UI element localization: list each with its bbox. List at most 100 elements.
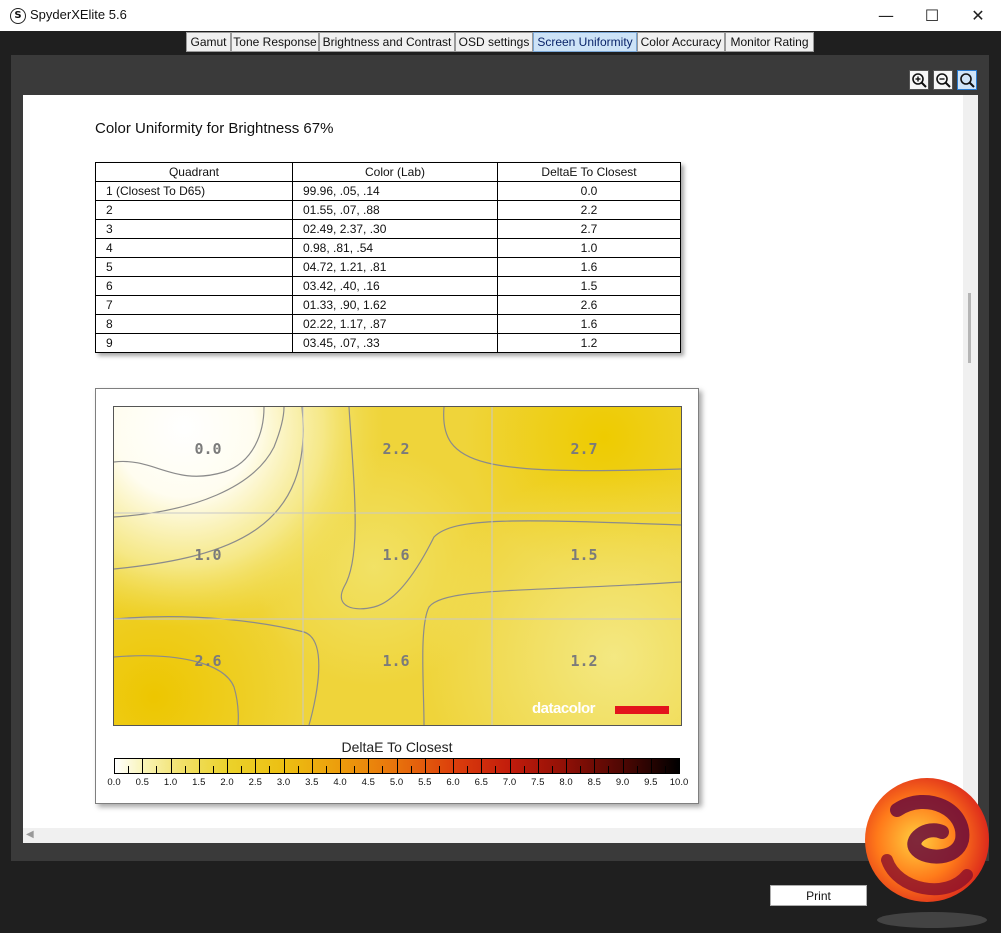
zoom-in-icon[interactable]	[909, 70, 929, 90]
deltae-cell: 1.0	[497, 238, 681, 258]
legend-minor-tick	[382, 766, 384, 774]
lab-cell: 99.96, .05, .14	[292, 181, 498, 201]
legend-tick	[453, 758, 454, 774]
legend-tick	[311, 758, 313, 774]
horizontal-scrollbar[interactable]	[23, 828, 978, 843]
window-title: SpyderXElite 5.6	[30, 7, 127, 22]
tab-osd-settings[interactable]: OSD settings	[455, 32, 533, 52]
legend-tick-label: 6.0	[446, 777, 460, 788]
datacolor-logo-bar	[615, 706, 669, 714]
legend-tick	[368, 758, 370, 774]
header-quadrant: Quadrant	[95, 162, 293, 182]
close-button[interactable]: ✕	[955, 0, 1001, 31]
maximize-button[interactable]: ☐	[909, 0, 955, 31]
legend-minor-tick	[438, 766, 440, 774]
uniformity-table: Quadrant Color (Lab) DeltaE To Closest 1…	[95, 162, 681, 353]
legend-minor-tick	[184, 766, 186, 774]
legend-tick-label: 7.0	[502, 777, 517, 788]
tab-gamut[interactable]: Gamut	[186, 32, 231, 52]
zoom-fit-icon[interactable]	[957, 70, 977, 90]
scroll-left-arrow-icon[interactable]: ◀	[26, 829, 34, 840]
legend-tick-label: 0.5	[135, 777, 149, 788]
quadrant-cell: 2	[95, 200, 293, 220]
table-row: 2 01.55, .07, .88 2.2	[95, 200, 681, 220]
legend-title: DeltaE To Closest	[341, 739, 453, 755]
legend-minor-tick	[354, 766, 356, 774]
table-header-row: Quadrant Color (Lab) DeltaE To Closest	[95, 162, 681, 182]
heatmap-label-q5: 1.6	[382, 546, 410, 564]
legend-tick	[142, 758, 144, 774]
tab-screen-uniformity[interactable]: Screen Uniformity	[533, 32, 637, 52]
legend-tick-label: 1.5	[192, 777, 206, 788]
deltae-cell: 1.5	[497, 276, 681, 296]
heatmap-label-q7: 2.6	[194, 652, 222, 670]
legend-tick	[255, 758, 257, 774]
legend-minor-tick	[551, 766, 553, 774]
legend-tick-label: 8.0	[559, 777, 573, 788]
quadrant-cell: 8	[95, 314, 293, 334]
legend-tick-label: 6.5	[474, 777, 488, 788]
quadrant-cell: 3	[95, 219, 293, 239]
legend-tick	[650, 758, 652, 774]
legend-minor-tick	[212, 766, 214, 774]
tab-brightness-contrast[interactable]: Brightness and Contrast	[319, 32, 455, 52]
table-row: 8 02.22, 1.17, .87 1.6	[95, 314, 681, 334]
lab-cell: 01.55, .07, .88	[292, 200, 498, 220]
legend-tick-label: 7.5	[531, 777, 545, 788]
lab-cell: 01.33, .90, 1.62	[292, 295, 498, 315]
legend-minor-tick	[156, 766, 158, 774]
legend-tick-label: 5.0	[389, 777, 404, 788]
legend-tick-label: 0.0	[107, 777, 121, 788]
deltae-cell: 1.6	[497, 257, 681, 277]
legend-minor-tick	[325, 766, 327, 774]
quadrant-cell: 9	[95, 333, 293, 353]
minimize-button[interactable]: —	[863, 0, 909, 31]
table-row: 6 03.42, .40, .16 1.5	[95, 276, 681, 296]
zoom-out-icon[interactable]	[933, 70, 953, 90]
legend-minor-tick	[269, 766, 271, 774]
vertical-scroll-thumb[interactable]	[968, 293, 971, 363]
legend-tick-label: 9.5	[644, 777, 658, 788]
vertical-scrollbar[interactable]	[963, 95, 978, 828]
heatmap-label-q4: 1.0	[194, 546, 222, 564]
deltae-cell: 2.7	[497, 219, 681, 239]
tab-color-accuracy[interactable]: Color Accuracy	[637, 32, 725, 52]
legend-minor-tick	[580, 766, 582, 774]
print-button[interactable]: Print	[770, 885, 867, 906]
table-row: 5 04.72, 1.21, .81 1.6	[95, 257, 681, 277]
lab-cell: 02.22, 1.17, .87	[292, 314, 498, 334]
legend-tick	[424, 758, 426, 774]
quadrant-cell: 6	[95, 276, 293, 296]
lab-cell: 0.98, .81, .54	[292, 238, 498, 258]
quadrant-cell: 1 (Closest To D65)	[95, 181, 293, 201]
header-deltae: DeltaE To Closest	[497, 162, 681, 182]
report-title: Color Uniformity for Brightness 67%	[95, 120, 334, 137]
lab-cell: 03.42, .40, .16	[292, 276, 498, 296]
tab-monitor-rating[interactable]: Monitor Rating	[725, 32, 814, 52]
quadrant-cell: 4	[95, 238, 293, 258]
legend-tick-label: 4.5	[361, 777, 375, 788]
lab-cell: 03.45, .07, .33	[292, 333, 498, 353]
legend-minor-tick	[495, 766, 497, 774]
legend-tick-label: 9.0	[615, 777, 630, 788]
legend-tick	[340, 758, 341, 774]
quadrant-cell: 5	[95, 257, 293, 277]
legend-minor-tick	[523, 766, 525, 774]
legend-minor-tick	[467, 766, 469, 774]
heatmap-label-q6: 1.5	[570, 546, 598, 564]
deltae-cell: 1.6	[497, 314, 681, 334]
tab-tone-response[interactable]: Tone Response	[231, 32, 319, 52]
legend-tick-label: 3.5	[305, 777, 319, 788]
legend-minor-tick	[410, 766, 412, 774]
spyder-app-icon: S	[10, 8, 26, 24]
legend-minor-tick	[128, 766, 130, 774]
deltae-cell: 2.6	[497, 295, 681, 315]
legend-tick	[566, 758, 567, 774]
heatmap-label-q2: 2.2	[382, 440, 410, 458]
legend-tick	[537, 758, 539, 774]
heatmap-label-q8: 1.6	[382, 652, 410, 670]
lab-cell: 04.72, 1.21, .81	[292, 257, 498, 277]
legend-minor-tick	[297, 766, 299, 774]
lab-cell: 02.49, 2.37, .30	[292, 219, 498, 239]
legend-tick	[283, 758, 285, 774]
